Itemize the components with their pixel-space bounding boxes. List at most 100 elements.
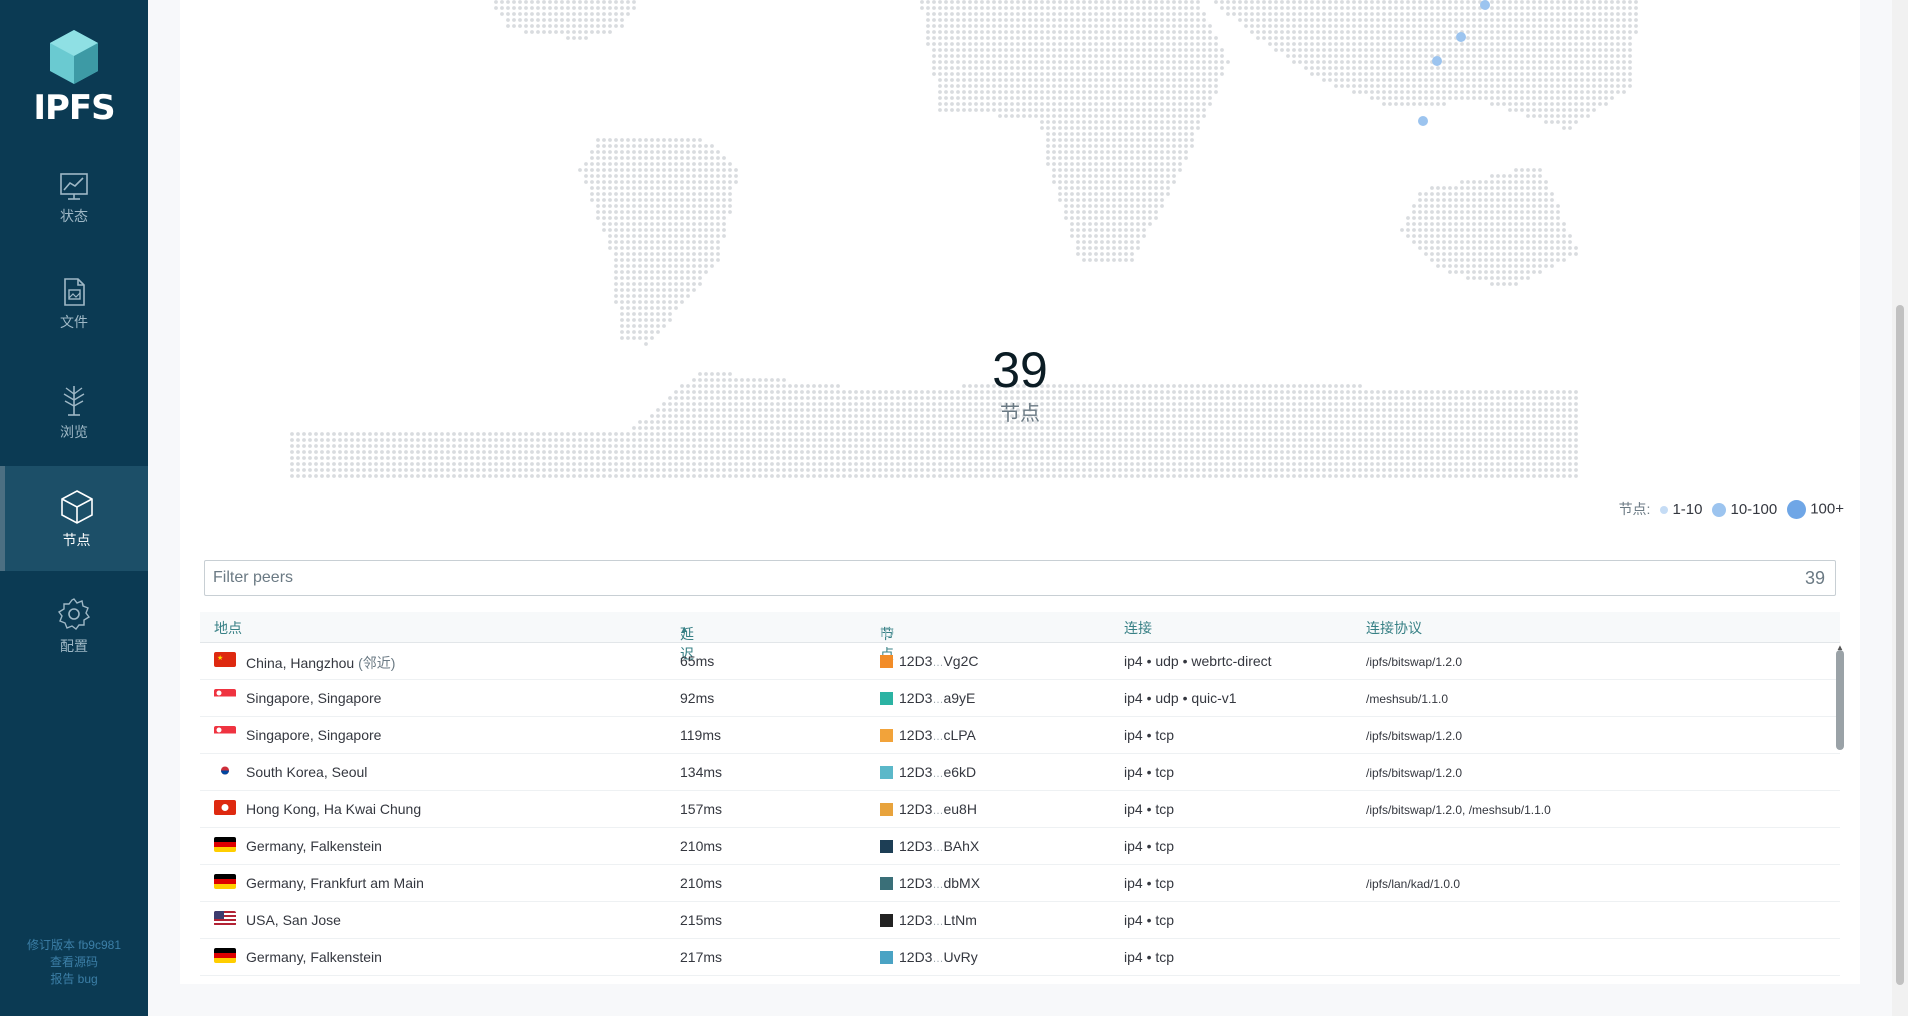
peer-protocols: /ipfs/bitswap/1.2.0 (1366, 655, 1463, 669)
peer-id[interactable]: 12D3…dbMX (880, 875, 980, 891)
flag-icon (214, 948, 236, 963)
peer-connection: ip4 • tcp (1124, 727, 1175, 743)
header-connection[interactable]: 连接 (1124, 618, 1152, 638)
peer-identicon-icon (880, 692, 893, 705)
peer-id-ellipsis: … (932, 768, 944, 780)
app-name: IPFS (33, 88, 115, 128)
flag-icon (214, 689, 236, 704)
peer-protocols: /ipfs/lan/kad/1.0.0 (1366, 877, 1461, 891)
table-row[interactable]: South Korea, Seoul 134ms 12D3…e6kD ip4 • t… (200, 754, 1840, 791)
peer-id[interactable]: 12D3…Vg2C (880, 653, 979, 669)
peer-id[interactable]: 12D3…UvRy (880, 949, 978, 965)
peer-identicon-icon (880, 951, 893, 964)
table-row[interactable]: Germany, Falkenstein 225ms12D3…d1tFip4 •… (200, 976, 1840, 984)
peer-id-ellipsis: … (932, 731, 944, 743)
header-peer-id-suffix: ID (880, 624, 894, 640)
filter-peers-input[interactable] (205, 561, 1721, 595)
flag-icon (214, 800, 236, 815)
nav-label-peers: 节点 (62, 532, 91, 548)
peer-id-end: eu8H (943, 801, 977, 817)
report-bug-link[interactable]: 报告 bug (0, 971, 148, 988)
peer-id[interactable]: 12D3…e6kD (880, 764, 976, 780)
flag-icon (214, 911, 236, 926)
peer-id-ellipsis: … (932, 879, 944, 891)
peer-connection: ip4 • tcp (1124, 838, 1175, 854)
peer-identicon-icon (880, 729, 893, 742)
peer-identicon-icon (880, 766, 893, 779)
peer-identicon-icon (880, 877, 893, 890)
peer-id[interactable]: 12D3…LtNm (880, 912, 977, 928)
peer-location: Hong Kong, Ha Kwai Chung (246, 801, 421, 817)
filter-peers-box: 39 (204, 560, 1836, 596)
nav-item-settings[interactable]: 配置 (0, 596, 148, 701)
revision-link[interactable]: 修订版本 fb9c981 (0, 937, 148, 954)
view-source-link[interactable]: 查看源码 (0, 954, 148, 971)
peer-identicon-icon (880, 914, 893, 927)
peer-location-text: Germany, Falkenstein (246, 838, 382, 854)
status-chart-icon (60, 173, 88, 200)
peer-id-end: dbMX (943, 875, 981, 891)
peer-latency: 210ms (680, 875, 723, 891)
peer-count-number: 39 (992, 342, 1048, 398)
flag-icon: ★ (214, 652, 236, 667)
table-row[interactable]: Singapore, Singapore 119ms 12D3…cLPA ip4 •… (200, 717, 1840, 754)
nav-item-files[interactable]: 文件 (0, 276, 148, 381)
header-location[interactable]: 地点 (214, 618, 242, 638)
peer-location-dot (1432, 56, 1442, 66)
legend-large: 100+ (1787, 499, 1844, 519)
page-scrollbar[interactable] (1892, 0, 1908, 1016)
table-row[interactable]: Singapore, Singapore 92ms 12D3…a9yE ip4 • … (200, 680, 1840, 717)
table-row[interactable]: Germany, Frankfurt am Main 210ms 12D3…dbM… (200, 865, 1840, 902)
peer-location-text: Germany, Frankfurt am Main (246, 875, 424, 891)
peer-protocols: /ipfs/bitswap/1.2.0, /meshsub/1.1.0 (1366, 803, 1551, 817)
peer-identicon-icon (880, 655, 893, 668)
peer-id[interactable]: 12D3…eu8H (880, 801, 977, 817)
table-row[interactable]: Hong Kong, Ha Kwai Chung 157ms 12D3…eu8H i… (200, 791, 1840, 828)
peer-latency: 92ms (680, 690, 715, 706)
nav-item-status[interactable]: 状态 (0, 170, 148, 275)
legend-small: 1-10 (1660, 501, 1702, 518)
explore-tree-icon (63, 386, 85, 416)
peer-id-end: Vg2C (943, 653, 979, 669)
peer-id[interactable]: 12D3…a9yE (880, 690, 975, 706)
ipfs-logo[interactable]: IPFS (0, 28, 148, 128)
peer-id[interactable]: 12D3…BAhX (880, 838, 979, 854)
peer-id-ellipsis: … (932, 842, 944, 854)
peer-id-ellipsis: … (932, 694, 944, 706)
peer-location-text: Singapore, Singapore (246, 727, 382, 743)
table-scrollbar[interactable] (1836, 650, 1844, 750)
flag-icon (214, 837, 236, 852)
page-scrollbar-thumb[interactable] (1896, 305, 1904, 985)
peer-id-start: 12D3 (899, 690, 933, 706)
table-row[interactable]: ★ China, Hangzhou (邻近) 65ms 12D3…Vg2C ip4 • … (200, 643, 1840, 680)
nav-label-settings: 配置 (60, 638, 88, 654)
peer-latency: 215ms (680, 912, 723, 928)
peer-location-dot (1480, 0, 1490, 10)
peer-id-ellipsis: … (932, 916, 944, 928)
peer-protocols: /meshsub/1.1.0 (1366, 692, 1449, 706)
peer-connection: ip4 • tcp (1124, 875, 1175, 891)
peer-location-dot (1418, 116, 1428, 126)
peer-location-text: USA, San Jose (246, 912, 341, 928)
peer-id[interactable]: 12D3…cLPA (880, 727, 976, 743)
ipfs-cube-icon (50, 30, 98, 84)
peer-connection: ip4 • udp • webrtc-direct (1124, 653, 1272, 669)
peer-count-label: 节点 (1000, 403, 1040, 425)
peer-identicon-icon (880, 840, 893, 853)
peer-id-end: cLPA (943, 727, 976, 743)
flag-icon (214, 763, 236, 778)
nav-item-peers[interactable]: 节点 (0, 466, 148, 571)
header-protocols[interactable]: 连接协议 (1366, 618, 1422, 638)
peer-location: Germany, Falkenstein (246, 838, 382, 854)
peers-cube-icon (60, 490, 93, 524)
table-row[interactable]: Germany, Falkenstein 217ms 12D3…UvRy ip4 •… (200, 939, 1840, 976)
peer-latency: 210ms (680, 838, 723, 854)
peer-connection: ip4 • tcp (1124, 912, 1175, 928)
map-legend: 节点: 1-10 10-100 100+ (1619, 499, 1844, 519)
peer-latency: 65ms (680, 653, 715, 669)
table-row[interactable]: USA, San Jose 215ms 12D3…LtNm ip4 • tcp (200, 902, 1840, 939)
flag-icon (214, 726, 236, 741)
peer-id-ellipsis: … (932, 657, 944, 669)
peer-id-start: 12D3 (899, 653, 933, 669)
table-row[interactable]: Germany, Falkenstein 210ms 12D3…BAhX ip4 •… (200, 828, 1840, 865)
